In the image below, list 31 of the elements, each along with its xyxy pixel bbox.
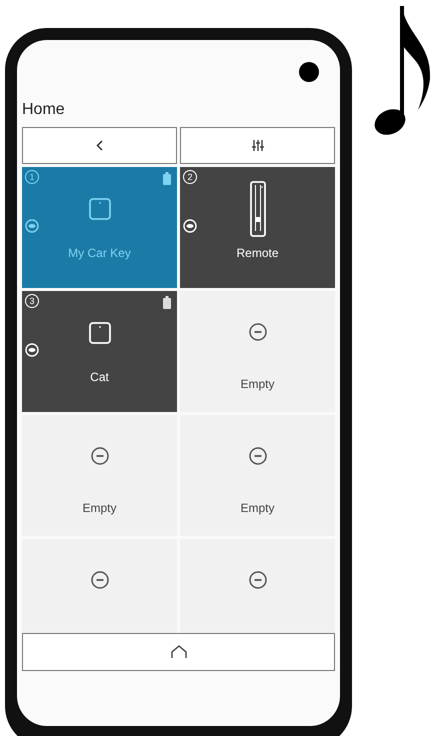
slot-label: Empty [240,500,274,517]
home-icon [168,645,188,659]
chevron-left-icon [96,140,103,151]
number-badge: 1 [25,170,39,184]
minus-circle-icon [248,323,266,341]
filter-button[interactable] [180,127,335,164]
tag-icon [88,198,110,220]
tag-icon [88,322,110,344]
home-button[interactable] [22,633,335,671]
minus-circle-icon [90,571,108,589]
minus-circle-icon [248,447,266,465]
battery-icon [163,296,171,309]
minus-circle-icon [90,447,108,465]
slot-label: Empty [240,376,274,393]
minus-circle-icon [248,571,266,589]
empty-slot[interactable]: Empty [180,415,335,536]
number-badge: 3 [25,294,39,308]
device-name: Remote [236,245,279,262]
back-button[interactable] [22,127,177,164]
device-name: My Car Key [68,245,131,262]
battery-icon [163,172,171,185]
number-badge: 2 [183,170,197,184]
empty-slot[interactable]: Empty [180,291,335,412]
device-name: Cat [90,369,109,386]
empty-slot[interactable]: Empty [22,415,177,536]
device-tile[interactable]: 2 Remote [180,167,335,288]
device-tile[interactable]: 3 Cat [22,291,177,412]
slot-label: Empty [82,500,116,517]
sliders-icon [252,140,264,151]
remote-icon [250,180,266,236]
screen-title: Home [22,102,66,118]
